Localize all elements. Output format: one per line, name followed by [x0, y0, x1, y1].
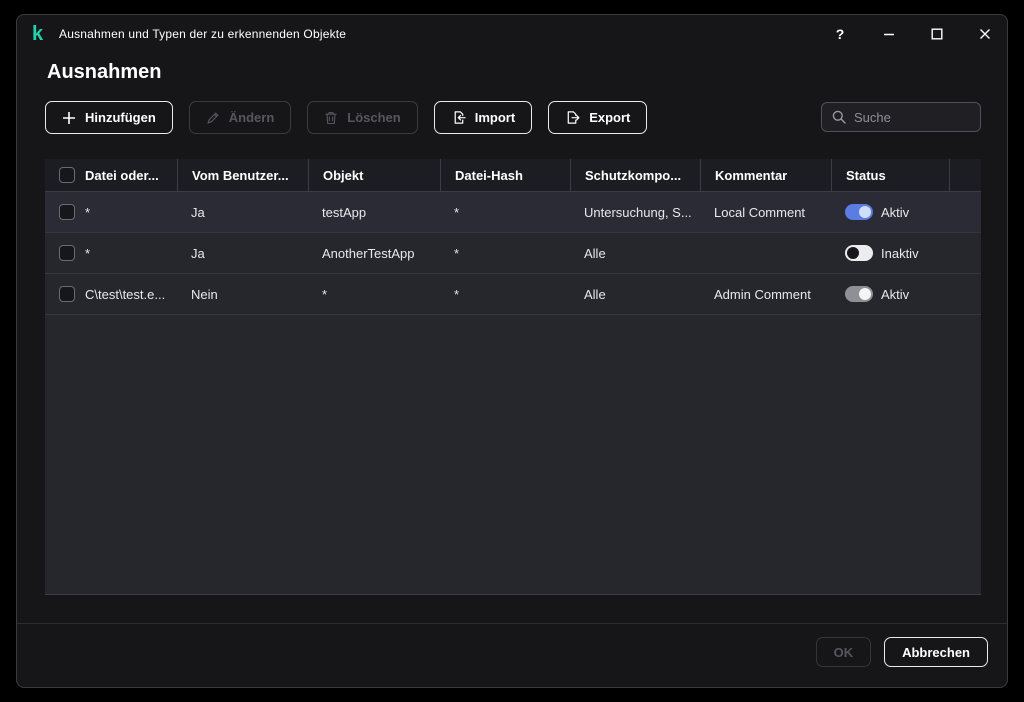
cell-object: testApp — [308, 192, 440, 232]
search-input[interactable] — [854, 110, 970, 125]
cell-hash: * — [440, 233, 570, 273]
trash-icon — [324, 111, 338, 125]
status-label: Aktiv — [881, 205, 909, 220]
cell-comment — [700, 233, 831, 273]
cell-file-value: C\test\test.e... — [85, 287, 165, 302]
status-toggle[interactable] — [845, 286, 873, 302]
table-row[interactable]: * Ja testApp * Untersuchung, S... Local … — [45, 192, 981, 233]
toggle-knob — [847, 247, 859, 259]
kaspersky-logo-icon: k — [32, 22, 43, 46]
cancel-button[interactable]: Abbrechen — [884, 637, 988, 667]
cell-status: Aktiv — [831, 192, 981, 232]
cell-status: Aktiv — [831, 274, 981, 314]
edit-button-label: Ändern — [229, 110, 275, 125]
ok-button[interactable]: OK — [816, 637, 872, 667]
table-header-object: Objekt — [308, 159, 440, 191]
cell-comment: Local Comment — [700, 192, 831, 232]
cell-hash: * — [440, 274, 570, 314]
minimize-button[interactable] — [878, 23, 900, 45]
table-header-status: Status — [831, 159, 949, 191]
cell-file-value: * — [85, 246, 90, 261]
select-all-checkbox[interactable] — [59, 167, 75, 183]
column-label: Datei oder... — [85, 168, 159, 183]
minimize-icon — [883, 28, 895, 40]
footer-divider — [17, 623, 1007, 624]
cell-user: Ja — [177, 233, 308, 273]
table-row[interactable]: C\test\test.e... Nein * * Alle Admin Com… — [45, 274, 981, 315]
status-toggle[interactable] — [845, 245, 873, 261]
table-header-row: Datei oder... Vom Benutzer... Objekt Dat… — [45, 159, 981, 192]
table-header-user: Vom Benutzer... — [177, 159, 308, 191]
status-label: Inaktiv — [881, 246, 919, 261]
cell-object: * — [308, 274, 440, 314]
import-button[interactable]: Import — [434, 101, 532, 134]
maximize-icon — [931, 28, 943, 40]
help-button[interactable]: ? — [829, 23, 851, 45]
cell-file: * — [45, 233, 177, 273]
cell-status: Inaktiv — [831, 233, 981, 273]
pencil-icon — [206, 111, 220, 125]
close-button[interactable] — [974, 23, 996, 45]
cell-comment: Admin Comment — [700, 274, 831, 314]
table-header-spacer — [949, 159, 981, 191]
import-icon — [451, 110, 466, 125]
footer: OK Abbrechen — [17, 637, 1007, 667]
table-row[interactable]: * Ja AnotherTestApp * Alle Inaktiv — [45, 233, 981, 274]
toolbar: Hinzufügen Ändern Löschen Import Export — [45, 101, 663, 134]
table-header-comment: Kommentar — [700, 159, 831, 191]
delete-button[interactable]: Löschen — [307, 101, 417, 134]
titlebar: k Ausnahmen und Typen der zu erkennenden… — [17, 15, 1007, 53]
row-checkbox[interactable] — [59, 286, 75, 302]
window-title: Ausnahmen und Typen der zu erkennenden O… — [59, 27, 346, 41]
table-header-component: Schutzkompo... — [570, 159, 700, 191]
export-button-label: Export — [589, 110, 630, 125]
search-box[interactable] — [821, 102, 981, 132]
cell-file: C\test\test.e... — [45, 274, 177, 314]
maximize-button[interactable] — [926, 23, 948, 45]
import-button-label: Import — [475, 110, 515, 125]
cell-component: Untersuchung, S... — [570, 192, 700, 232]
page-title: Ausnahmen — [47, 61, 161, 84]
exceptions-table: Datei oder... Vom Benutzer... Objekt Dat… — [45, 159, 981, 595]
status-toggle[interactable] — [845, 204, 873, 220]
search-icon — [832, 110, 846, 124]
row-checkbox[interactable] — [59, 204, 75, 220]
cell-file-value: * — [85, 205, 90, 220]
cell-hash: * — [440, 192, 570, 232]
close-icon — [979, 28, 991, 40]
delete-button-label: Löschen — [347, 110, 400, 125]
toggle-knob — [859, 206, 871, 218]
cell-object: AnotherTestApp — [308, 233, 440, 273]
status-label: Aktiv — [881, 287, 909, 302]
table-header-file: Datei oder... — [45, 159, 177, 191]
exceptions-dialog-window: k Ausnahmen und Typen der zu erkennenden… — [16, 14, 1008, 688]
row-checkbox[interactable] — [59, 245, 75, 261]
cell-user: Nein — [177, 274, 308, 314]
add-button-label: Hinzufügen — [85, 110, 156, 125]
cell-user: Ja — [177, 192, 308, 232]
table-header-hash: Datei-Hash — [440, 159, 570, 191]
toggle-knob — [859, 288, 871, 300]
cell-component: Alle — [570, 274, 700, 314]
cell-file: * — [45, 192, 177, 232]
export-button[interactable]: Export — [548, 101, 647, 134]
plus-icon — [62, 111, 76, 125]
add-button[interactable]: Hinzufügen — [45, 101, 173, 134]
edit-button[interactable]: Ändern — [189, 101, 292, 134]
export-icon — [565, 110, 580, 125]
cell-component: Alle — [570, 233, 700, 273]
